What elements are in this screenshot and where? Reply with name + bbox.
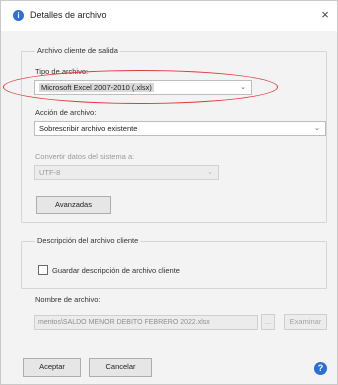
- cancel-button[interactable]: Cancelar: [89, 358, 152, 377]
- close-button[interactable]: ×: [317, 7, 333, 23]
- title-bar: i Detalles de archivo ×: [1, 1, 337, 31]
- info-icon: i: [13, 10, 24, 21]
- dialog-title: Detalles de archivo: [30, 10, 107, 20]
- convert-data-value: UTF-8: [39, 168, 61, 177]
- convert-data-label: Convertir datos del sistema a:: [35, 152, 135, 161]
- file-details-dialog: i Detalles de archivo × Archivo cliente …: [0, 0, 338, 385]
- file-action-value: Sobrescribir archivo existente: [39, 124, 138, 133]
- file-action-select[interactable]: Sobrescribir archivo existente ⌄: [34, 121, 326, 136]
- file-action-label: Acción de archivo:: [35, 108, 97, 117]
- file-name-field: mentos\SALDO MENOR DEBITO FEBRERO 2022.x…: [34, 315, 258, 330]
- convert-data-select: UTF-8 ⌄: [34, 165, 219, 180]
- chevron-down-icon: ⌄: [314, 125, 320, 132]
- annotation-ellipse: [3, 70, 278, 104]
- output-file-group-title: Archivo cliente de salida: [35, 46, 120, 55]
- help-icon[interactable]: ?: [314, 362, 327, 375]
- chevron-down-icon: ⌄: [207, 169, 213, 176]
- file-name-label: Nombre de archivo:: [35, 295, 101, 304]
- save-description-checkbox[interactable]: [38, 265, 48, 275]
- ellipsis-button: ...: [261, 314, 275, 330]
- advanced-button[interactable]: Avanzadas: [36, 196, 111, 214]
- browse-button: Examinar: [284, 314, 327, 330]
- description-group: [21, 241, 327, 289]
- description-group-title: Descripción del archivo cliente: [35, 236, 141, 245]
- accept-button[interactable]: Aceptar: [23, 358, 81, 377]
- save-description-label[interactable]: Guardar descripción de archivo cliente: [52, 266, 180, 275]
